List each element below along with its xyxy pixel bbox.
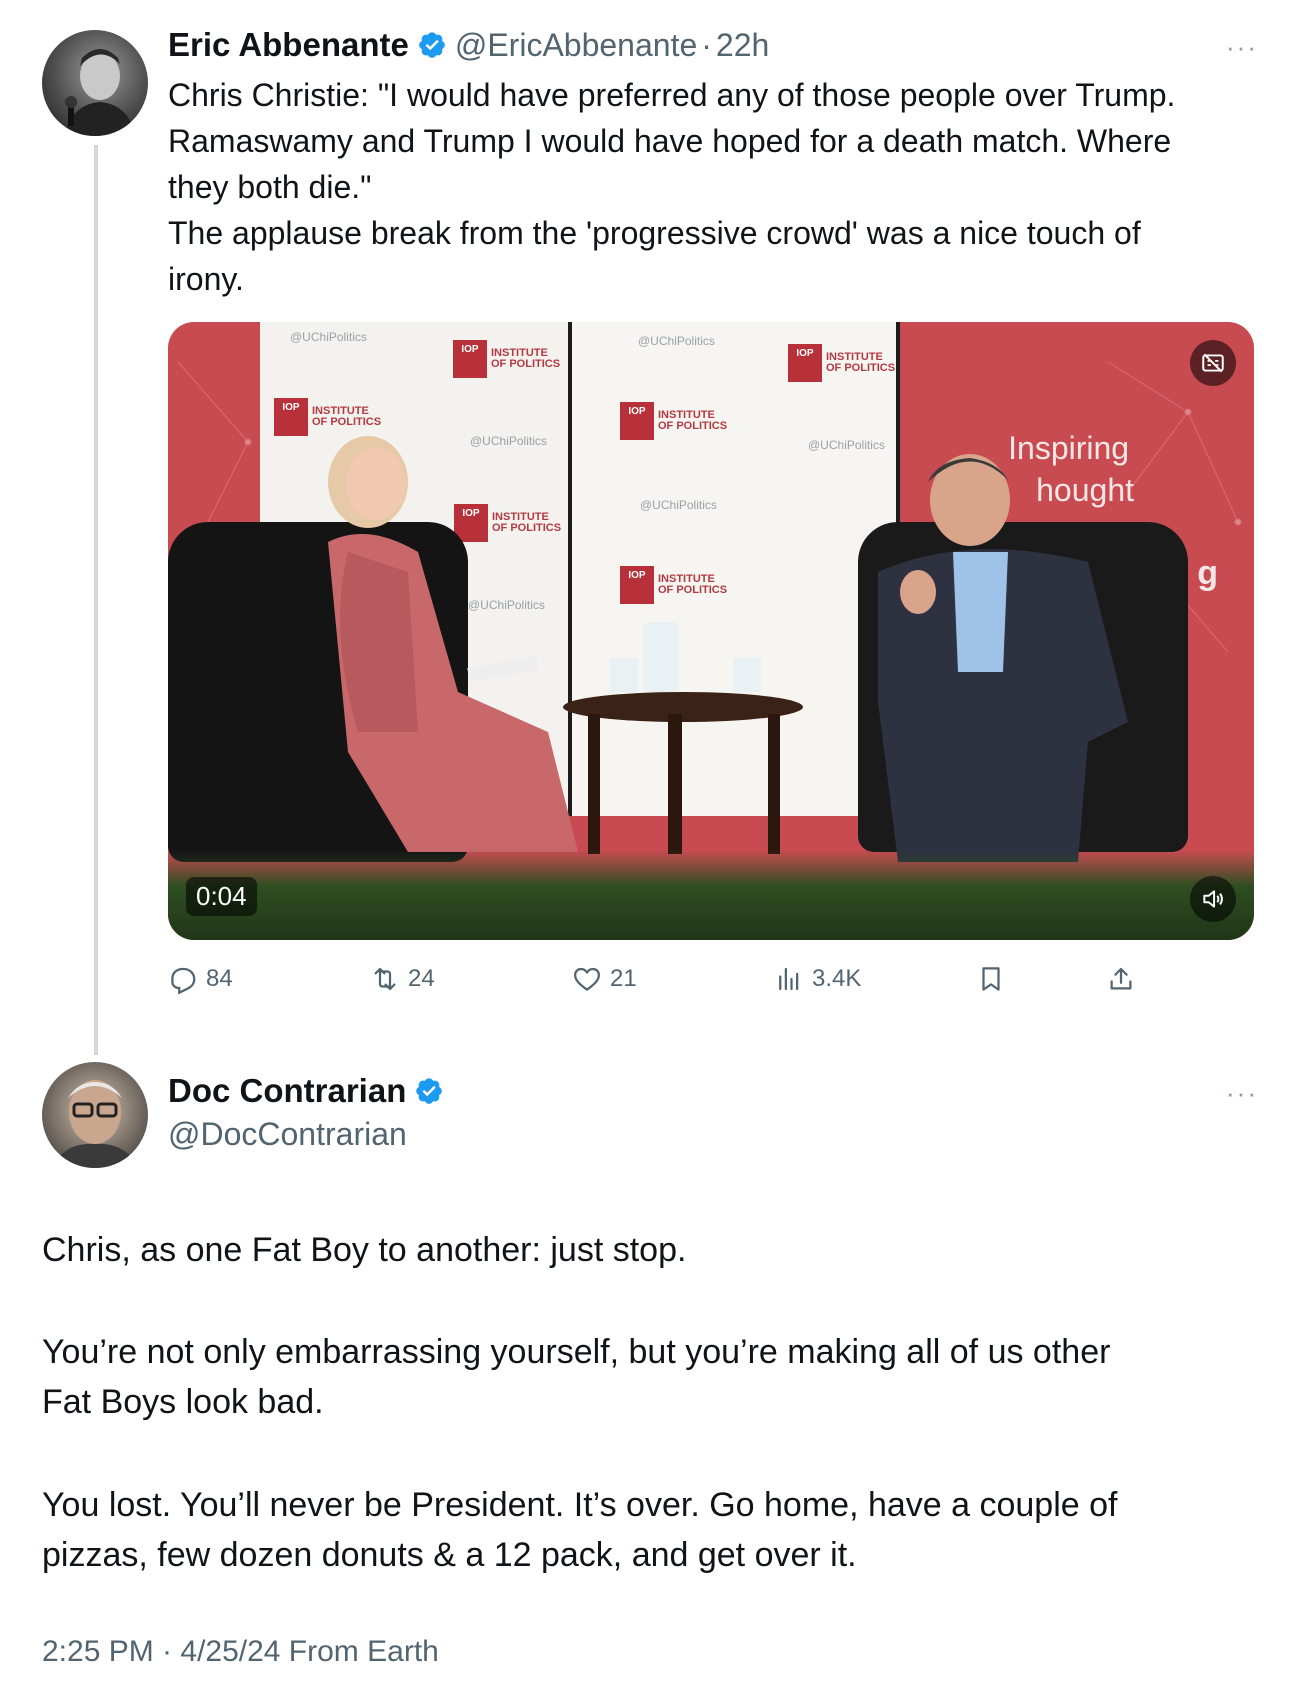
water-pitcher (643, 622, 679, 692)
tweet2-paragraph: You lost. You’ll never be President. It’… (42, 1480, 1272, 1580)
tweet2-paragraph: Chris, as one Fat Boy to another: just s… (42, 1225, 1272, 1275)
tweet-text-line: pizzas, few dozen donuts & a 12 pack, an… (42, 1536, 857, 1574)
repost-button[interactable]: 24 (370, 964, 435, 994)
iop-logo: IOP INSTITUTE OF POLITICS (620, 566, 727, 604)
tweet1-header: Eric Abbenante @EricAbbenante · 22h (168, 26, 769, 64)
watermark-text: @UChiPolitics (640, 498, 717, 512)
table-leg (768, 714, 780, 854)
repost-count: 24 (408, 965, 435, 992)
tweet-text-line: Ramaswamy and Trump I would have hoped f… (168, 123, 1172, 159)
water-glass (610, 658, 638, 692)
like-count: 21 (610, 965, 637, 992)
like-button[interactable]: 21 (572, 964, 637, 994)
watermark-text: @UChiPolitics (290, 330, 367, 344)
author-handle[interactable]: @DocContrarian (168, 1116, 407, 1153)
reply-count: 84 (206, 965, 233, 992)
avatar-image (64, 49, 136, 136)
table-leg (588, 714, 600, 854)
stage-plants (168, 850, 1254, 940)
captions-toggle-button[interactable] (1190, 340, 1236, 386)
tweet-text-line: Chris Christie: "I would have preferred … (168, 77, 1176, 113)
interviewer-figure (328, 436, 578, 852)
table-leg (668, 714, 682, 854)
heart-icon (574, 967, 600, 991)
separator-dot: · (701, 26, 712, 63)
iop-logo: IOP INSTITUTE OF POLITICS (453, 340, 560, 378)
avatar-image (52, 1080, 138, 1168)
tweet2-header: Doc Contrarian (168, 1072, 452, 1110)
backdrop-letter: g (1197, 554, 1218, 592)
thread-connector-line (94, 145, 98, 1055)
author-name[interactable]: Eric Abbenante (168, 26, 409, 64)
more-options-icon[interactable]: ··· (1226, 1078, 1258, 1109)
share-icon (1110, 967, 1132, 990)
iop-logo: IOP INSTITUTE OF POLITICS (274, 398, 381, 436)
tweet-text-line: The applause break from the 'progressive… (168, 215, 1141, 251)
repost-icon (374, 967, 396, 991)
reply-button[interactable]: 84 (168, 964, 233, 994)
video-player[interactable]: @UChiPolitics @UChiPolitics @UChiPolitic… (168, 322, 1254, 940)
iop-logo: IOP INSTITUTE OF POLITICS (788, 344, 895, 382)
tweet2-paragraph: You’re not only embarrassing yourself, b… (42, 1327, 1272, 1427)
views-button[interactable]: 3.4K (774, 964, 861, 994)
captions-off-icon (1202, 353, 1224, 373)
tweet-text-line: You’re not only embarrassing yourself, b… (42, 1333, 1111, 1371)
iop-logo: IOP INSTITUTE OF POLITICS (620, 402, 727, 440)
views-chart-icon (779, 967, 799, 991)
bookmark-button[interactable] (976, 964, 1006, 994)
more-options-icon[interactable]: ··· (1226, 32, 1258, 63)
reply-icon (171, 967, 196, 994)
verified-badge-icon (416, 1078, 443, 1104)
author-name[interactable]: Doc Contrarian (168, 1072, 406, 1110)
video-duration: 0:04 (186, 877, 257, 916)
speaker-icon (1203, 890, 1223, 908)
avatar-doc-contrarian[interactable] (42, 1062, 148, 1168)
author-handle[interactable]: @EricAbbenante (455, 27, 697, 64)
verified-badge-icon (419, 32, 445, 58)
water-glass (733, 658, 761, 692)
watermark-text: @UChiPolitics (638, 334, 715, 348)
tweet1-text: Chris Christie: "I would have preferred … (168, 72, 1278, 302)
tweet-text-line: Chris, as one Fat Boy to another: just s… (42, 1231, 687, 1269)
bookmark-icon (982, 967, 1000, 991)
tweet-time[interactable]: 22h (716, 27, 769, 64)
tweet-timestamp[interactable]: 2:25 PM · 4/25/24 From Earth (42, 1635, 439, 1669)
tweet-text-line: Fat Boys look bad. (42, 1383, 324, 1421)
mute-toggle-button[interactable] (1190, 876, 1236, 922)
speaker-figure (878, 454, 1128, 862)
tweet-text-line: they both die." (168, 169, 372, 205)
share-button[interactable] (1106, 964, 1136, 994)
avatar-eric-abbenante[interactable] (42, 30, 148, 136)
tweet-text-line: irony. (168, 261, 244, 297)
tweet-text-line: You lost. You’ll never be President. It’… (42, 1486, 1118, 1524)
view-count: 3.4K (812, 965, 862, 992)
